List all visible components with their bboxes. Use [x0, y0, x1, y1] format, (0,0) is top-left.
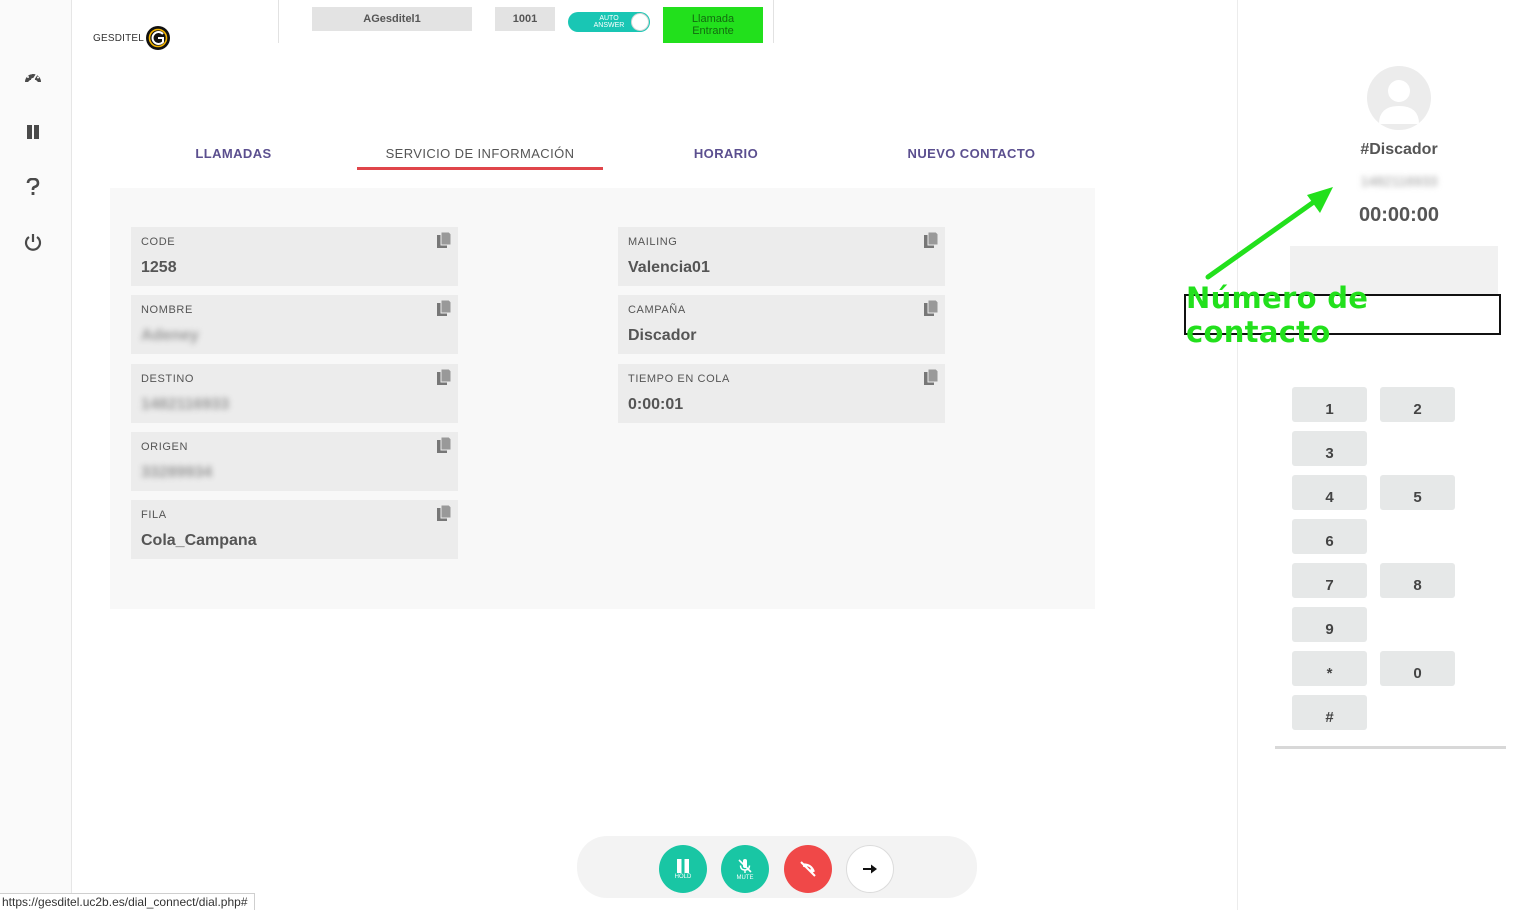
tab-llamadas[interactable]: LLAMADAS: [176, 146, 291, 170]
dialpad-key-1[interactable]: 1: [1292, 387, 1367, 422]
tab-nuevo-contacto[interactable]: NUEVO CONTACTO: [890, 146, 1053, 170]
dialpad-key-6[interactable]: 6: [1292, 519, 1367, 554]
call-control-bar: HOLD MUTE: [577, 836, 977, 898]
annotation-label: Número de contacto: [1184, 281, 1501, 349]
auto-answer-label: AUTO ANSWER: [586, 15, 632, 29]
field-mailing: MAILING Valencia01: [618, 227, 945, 286]
dialpad-key-0[interactable]: 0: [1380, 651, 1455, 686]
copy-icon[interactable]: [434, 367, 454, 387]
auto-answer-toggle[interactable]: AUTO ANSWER: [568, 12, 650, 32]
extension-number: 1001: [495, 7, 555, 31]
field-value: 1258: [141, 259, 177, 276]
toggle-knob: [631, 13, 649, 31]
field-label: NOMBRE: [141, 304, 193, 316]
mute-label: MUTE: [736, 874, 754, 881]
hold-button[interactable]: HOLD: [659, 845, 707, 893]
field-code: CODE 1258: [131, 227, 458, 286]
caller-title: #Discador: [1360, 141, 1438, 158]
dialpad-key-5[interactable]: 5: [1380, 475, 1455, 510]
dialpad-divider: [1275, 746, 1506, 749]
header-divider: [278, 0, 279, 43]
field-label: FILA: [141, 509, 167, 521]
field-tiempo-en-cola: TIEMPO EN COLA 0:00:01: [618, 364, 945, 423]
field-label: CODE: [141, 236, 176, 248]
incoming-call-line2: Entrante: [692, 25, 734, 37]
copy-icon[interactable]: [921, 367, 941, 387]
copy-icon[interactable]: [434, 298, 454, 318]
field-label: CAMPAÑA: [628, 304, 686, 316]
mic-off-icon: [738, 858, 752, 873]
dialpad-key-3[interactable]: 3: [1292, 431, 1367, 466]
pause-icon: [677, 858, 689, 873]
left-sidebar: [0, 0, 72, 910]
incoming-call-button[interactable]: Llamada Entrante: [663, 7, 763, 43]
copy-icon[interactable]: [434, 435, 454, 455]
tab-servicio-de-informacion[interactable]: SERVICIO DE INFORMACIÓN: [357, 146, 603, 170]
annotation-arrow: [1205, 187, 1333, 280]
hangup-icon: [800, 861, 816, 877]
dialpad-key-star[interactable]: *: [1292, 651, 1367, 686]
dialpad-key-hash[interactable]: #: [1292, 695, 1367, 730]
logo-icon: [146, 26, 171, 50]
tab-horario[interactable]: HORARIO: [670, 146, 782, 170]
field-campana: CAMPAÑA Discador: [618, 295, 945, 354]
field-nombre: NOMBRE Adeney: [131, 295, 458, 354]
auto-answer-label-line2: ANSWER: [593, 22, 625, 29]
field-value: 1482116933: [141, 396, 230, 413]
pause-icon[interactable]: [21, 120, 45, 144]
agent-name: AGesditel1: [312, 7, 472, 31]
copy-icon[interactable]: [921, 298, 941, 318]
dialpad-key-9[interactable]: 9: [1292, 607, 1367, 642]
auto-answer-label-line1: AUTO: [599, 15, 619, 22]
dialpad-key-2[interactable]: 2: [1380, 387, 1455, 422]
status-url: https://gesditel.uc2b.es/dial_connect/di…: [0, 893, 255, 910]
dashboard-icon[interactable]: [21, 66, 45, 90]
transfer-button[interactable]: [846, 845, 894, 893]
field-origen: ORIGEN 33289934: [131, 432, 458, 491]
copy-icon[interactable]: [434, 230, 454, 250]
power-icon[interactable]: [21, 230, 45, 254]
logo-text: GESDITEL: [93, 32, 145, 44]
field-label: TIEMPO EN COLA: [628, 373, 730, 385]
mute-button[interactable]: MUTE: [721, 845, 769, 893]
hangup-button[interactable]: [784, 845, 832, 893]
phone-panel: [1237, 0, 1516, 910]
hold-label: HOLD: [674, 873, 692, 880]
field-value: 33289934: [141, 464, 213, 481]
field-label: ORIGEN: [141, 441, 188, 453]
copy-icon[interactable]: [921, 230, 941, 250]
dialpad-key-8[interactable]: 8: [1380, 563, 1455, 598]
field-label: DESTINO: [141, 373, 195, 385]
copy-icon[interactable]: [434, 503, 454, 523]
field-value: Cola_Campana: [141, 532, 257, 549]
gesditel-logo: GESDITEL: [93, 24, 171, 52]
field-destino: DESTINO 1482116933: [131, 364, 458, 423]
field-value: Discador: [628, 327, 697, 344]
dialpad-key-4[interactable]: 4: [1292, 475, 1367, 510]
incoming-call-line1: Llamada: [691, 13, 735, 25]
help-icon[interactable]: [21, 175, 45, 199]
field-value: 0:00:01: [628, 396, 684, 413]
field-fila: FILA Cola_Campana: [131, 500, 458, 559]
header-divider: [773, 0, 774, 43]
dialpad-key-7[interactable]: 7: [1292, 563, 1367, 598]
field-value: Adeney: [141, 327, 199, 344]
arrow-right-icon: [863, 864, 877, 874]
field-value: Valencia01: [628, 259, 710, 276]
field-label: MAILING: [628, 236, 678, 248]
avatar: [1367, 66, 1431, 130]
